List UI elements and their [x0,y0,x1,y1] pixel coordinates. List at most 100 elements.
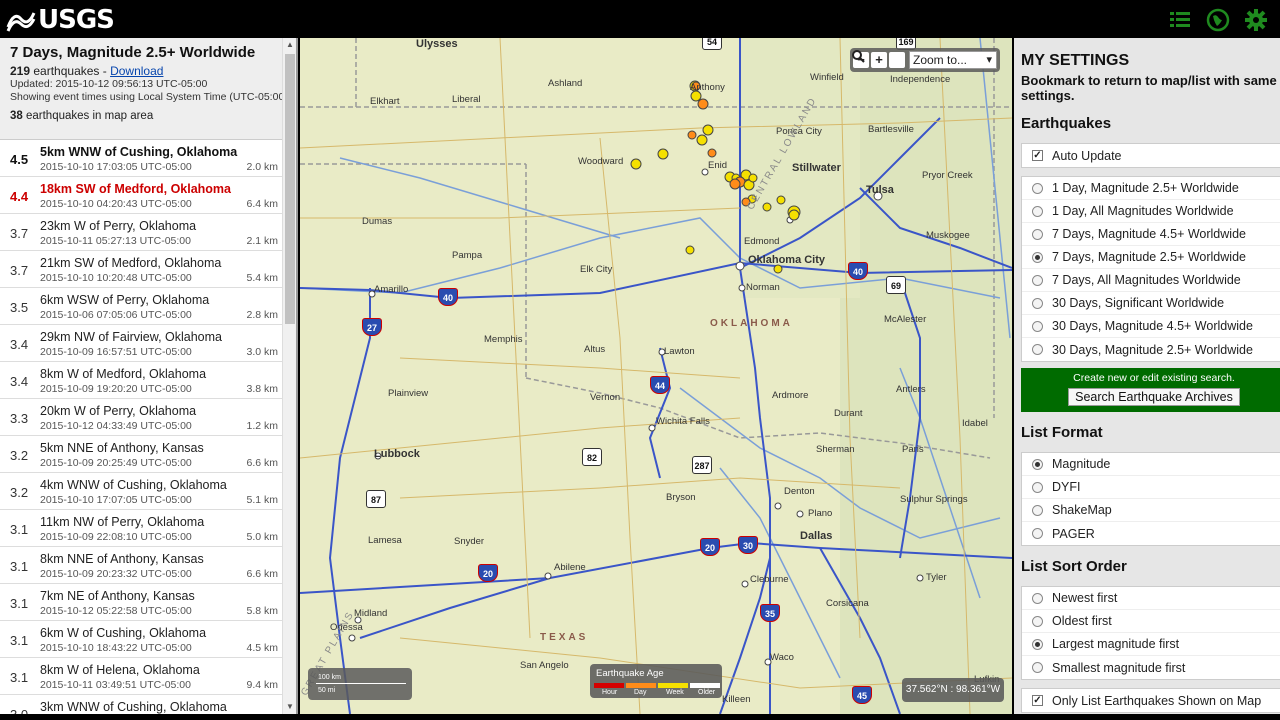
scroll-down-icon[interactable]: ▼ [285,702,295,712]
feed-radio[interactable] [1032,297,1043,309]
earthquake-list-item[interactable]: 3.0 3km WNW of Cushing, Oklahoma [0,695,284,714]
feed-option[interactable]: 7 Days, Magnitude 2.5+ Worldwide [1022,246,1280,269]
sort-radio[interactable] [1032,592,1043,604]
list-format-label: DYFI [1052,480,1081,494]
sort-radio[interactable] [1032,638,1043,650]
earthquake-list-item[interactable]: 3.4 8km W of Medford, Oklahoma 2015-10-09 … [0,362,284,399]
feed-radio[interactable] [1032,205,1043,217]
earthquake-list-item[interactable]: 3.5 6km WSW of Perry, Oklahoma 2015-10-06 … [0,288,284,325]
scroll-up-icon[interactable]: ▲ [285,40,295,50]
sort-radio[interactable] [1032,662,1043,673]
list-format-radio[interactable] [1032,528,1043,539]
earthquake-marker[interactable] [697,98,709,110]
earthquake-marker[interactable] [696,134,708,146]
earthquake-marker[interactable] [762,202,772,212]
usgs-logo[interactable]: USGS [6,5,115,35]
feed-option[interactable]: 7 Days, All Magnitudes Worldwide [1022,269,1280,292]
zoom-search-icon[interactable] [852,50,905,68]
depth: 5.0 km [246,531,278,543]
list-format-radio[interactable] [1032,458,1043,470]
earthquake-list-item[interactable]: 3.1 6km W of Cushing, Oklahoma 2015-10-10 … [0,621,284,658]
list-format-option[interactable]: DYFI [1022,476,1280,499]
earthquake-marker[interactable] [630,158,642,170]
sort-option[interactable]: Newest first [1022,587,1280,610]
feed-radio[interactable] [1032,251,1043,263]
list-scrollbar[interactable]: ▲ ▼ [282,38,296,714]
feed-radio[interactable] [1032,344,1043,355]
list-format-radio[interactable] [1032,504,1043,516]
sort-option[interactable]: Smallest magnitude first [1022,656,1280,679]
sort-option[interactable]: Oldest first [1022,610,1280,633]
feed-option[interactable]: 1 Day, Magnitude 2.5+ Worldwide [1022,177,1280,200]
zoom-in-button[interactable]: + [871,52,887,68]
city-label: Plano [808,508,833,519]
earthquake-marker[interactable] [748,173,758,183]
earthquake-marker[interactable] [776,195,786,205]
earthquake-list-item[interactable]: 3.1 8km NNE of Anthony, Kansas 2015-10-09 … [0,547,284,584]
map-area-count: 38 earthquakes in map area [10,110,288,122]
earthquake-marker[interactable] [707,148,717,158]
sort-order-options: Newest first Oldest first Largest magnitud… [1021,586,1280,680]
zoom-to-select[interactable]: Zoom to... [909,51,997,69]
only-list-checkbox[interactable]: ✓ [1032,695,1043,706]
earthquake-list-item[interactable]: 3.1 11km NW of Perry, Oklahoma 2015-10-09 … [0,510,284,547]
feed-radio[interactable] [1032,320,1043,332]
list-format-option[interactable]: Magnitude [1022,453,1280,476]
city-label: Anthony [690,82,725,93]
earthquake-list-item[interactable]: 3.3 20km W of Perry, Oklahoma 2015-10-12 0… [0,399,284,436]
earthquake-list-item[interactable]: 3.4 29km NW of Fairview, Oklahoma 2015-10-… [0,325,284,362]
legend-label: Week [666,689,684,696]
list-format-radio[interactable] [1032,481,1043,493]
feed-option[interactable]: 30 Days, Magnitude 2.5+ Worldwide [1022,338,1280,361]
earthquake-list-item[interactable]: 4.5 5km WNW of Cushing, Oklahoma 2015-10-1… [0,140,284,177]
earthquake-marker[interactable] [685,245,695,255]
earthquake-marker[interactable] [687,130,697,140]
list-format-option[interactable]: ShakeMap [1022,499,1280,522]
gear-icon[interactable] [1244,8,1268,32]
earthquake-list-item[interactable]: 3.7 23km W of Perry, Oklahoma 2015-10-11 0… [0,214,284,251]
earthquake-marker[interactable] [788,209,800,221]
download-link[interactable]: Download [110,64,163,78]
auto-update-checkbox[interactable]: ✓ [1032,150,1043,161]
list-header: 7 Days, Magnitude 2.5+ Worldwide 219 ear… [0,38,296,140]
search-archives-button[interactable]: Search Earthquake Archives [1068,388,1240,406]
earthquake-marker[interactable] [729,178,741,190]
list-icon[interactable] [1168,8,1192,32]
earthquake-list-item[interactable]: 3.2 5km NNE of Anthony, Kansas 2015-10-09 … [0,436,284,473]
area-count-suffix: earthquakes in map area [22,110,154,122]
feed-option[interactable]: 7 Days, Magnitude 4.5+ Worldwide [1022,223,1280,246]
legend-swatch [626,683,656,688]
scroll-thumb[interactable] [285,54,295,324]
auto-update-option[interactable]: ✓ Auto Update [1022,144,1280,167]
city-label: Ardmore [772,390,809,401]
depth: 3.0 km [246,346,278,358]
feed-option[interactable]: 30 Days, Magnitude 4.5+ Worldwide [1022,315,1280,338]
earthquake-list-item[interactable]: 3.7 21km SW of Medford, Oklahoma 2015-10-1… [0,251,284,288]
globe-icon[interactable] [1206,8,1230,32]
only-list-option[interactable]: ✓ Only List Earthquakes Shown on Map [1022,689,1280,712]
sort-radio[interactable] [1032,615,1043,627]
list-format-option[interactable]: PAGER [1022,522,1280,545]
list-format-label: Magnitude [1052,457,1111,471]
feed-option[interactable]: 1 Day, All Magnitudes Worldwide [1022,200,1280,223]
place: 8km W of Medford, Oklahoma [40,367,207,381]
feed-option[interactable]: 30 Days, Significant Worldwide [1022,292,1280,315]
feed-radio[interactable] [1032,182,1043,194]
earthquake-list-item[interactable]: 4.4 18km SW of Medford, Oklahoma 2015-10-1… [0,177,284,214]
city-label: Norman [746,282,780,293]
feed-radio[interactable] [1032,274,1043,286]
highway-shield: 69 [886,276,906,294]
list-format-heading: List Format [1021,424,1103,441]
earthquake-map[interactable]: 54 169 40 69 27 40 82 287 87 20 30 35 45 20 44 Ulysses… [300,38,1012,714]
earthquake-marker[interactable] [657,148,669,160]
earthquake-list-item[interactable]: 3.1 7km NE of Anthony, Kansas 2015-10-12 0… [0,584,284,621]
earthquake-marker[interactable] [702,124,714,136]
earthquake-list-item[interactable]: 3.2 4km WNW of Cushing, Oklahoma 2015-10-1… [0,473,284,510]
event-time: 2015-10-09 22:08:10 UTC-05:00 [40,531,192,543]
earthquake-list-item[interactable]: 3.1 8km W of Helena, Oklahoma 2015-10-11 0… [0,658,284,695]
earthquake-marker[interactable] [773,264,783,274]
depth: 2.1 km [246,235,278,247]
sort-option[interactable]: Largest magnitude first [1022,633,1280,656]
only-list-label: Only List Earthquakes Shown on Map [1052,693,1262,708]
feed-radio[interactable] [1032,228,1043,240]
